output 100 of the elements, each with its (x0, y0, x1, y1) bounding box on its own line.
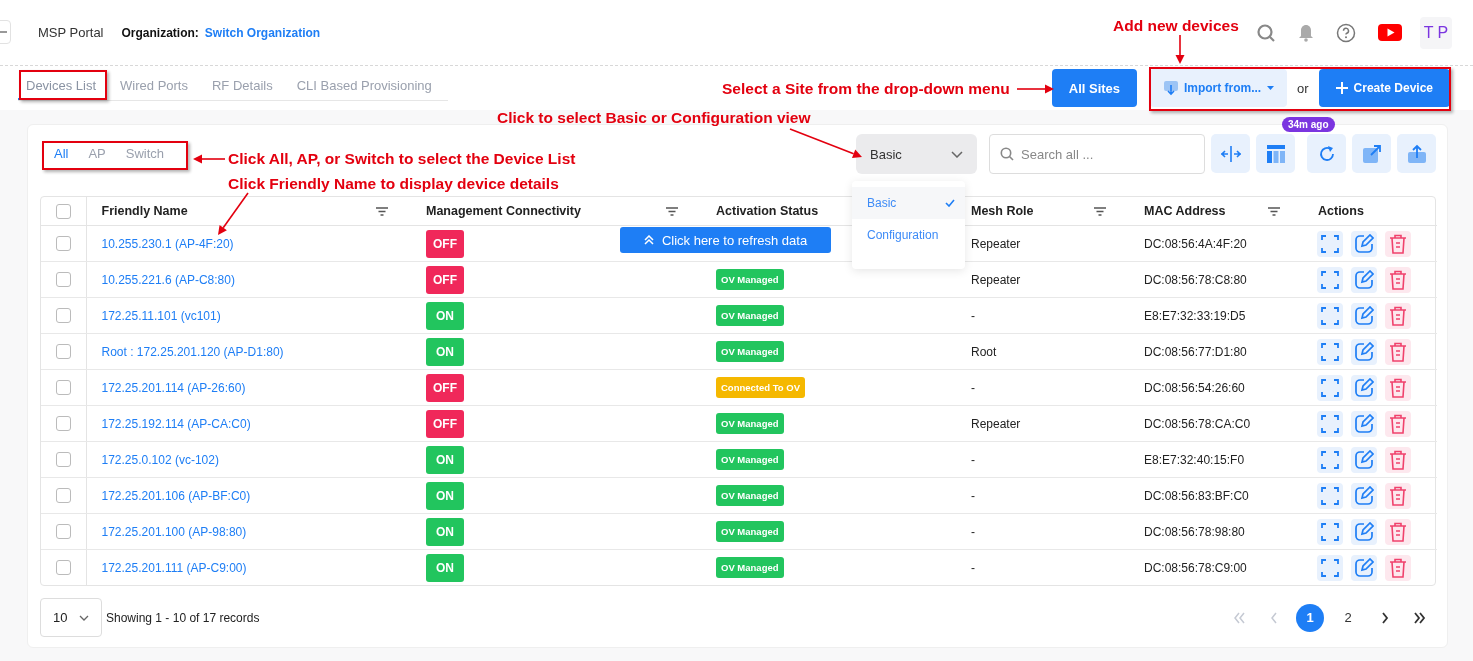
annotation-arrow (218, 192, 249, 235)
annotation-arrow (1016, 84, 1054, 94)
checkbox[interactable] (55, 380, 71, 396)
checkbox[interactable] (55, 236, 71, 252)
filter-icon[interactable] (1094, 206, 1106, 216)
edit-button[interactable] (1351, 554, 1377, 581)
menu-item[interactable]: Basic (852, 187, 965, 219)
expand-button[interactable] (1317, 374, 1343, 401)
expand-button[interactable] (1317, 230, 1343, 257)
filter-icon[interactable] (376, 206, 388, 216)
column-resize-button[interactable] (1211, 134, 1250, 173)
checkbox[interactable] (55, 203, 71, 219)
device-type-tab[interactable]: AP (88, 146, 114, 170)
delete-button[interactable] (1385, 482, 1411, 509)
annotation-text: Click Friendly Name to display device details (228, 175, 559, 193)
expand-button[interactable] (1317, 518, 1343, 545)
edit-button[interactable] (1351, 302, 1377, 329)
upload-button[interactable] (1397, 134, 1436, 173)
checkbox[interactable] (55, 524, 71, 540)
menu-item[interactable]: Configuration (852, 219, 965, 251)
edit-button[interactable] (1351, 446, 1377, 473)
device-type-tab[interactable]: All (54, 146, 77, 170)
annotation-text: Add new devices (1113, 17, 1239, 35)
delete-button[interactable] (1385, 338, 1411, 365)
checkbox[interactable] (55, 488, 71, 504)
search-icon[interactable] (1256, 22, 1276, 43)
filter-icon[interactable] (666, 206, 678, 216)
checkbox[interactable] (55, 344, 71, 360)
device-name-link[interactable]: 10.255.221.6 (AP-C8:80) (101, 272, 235, 287)
create-device-button[interactable]: Create Device (1318, 69, 1450, 107)
edit-button[interactable] (1351, 266, 1377, 293)
organization-link[interactable]: Switch Organization (204, 25, 321, 40)
user-avatar[interactable]: T P (1420, 16, 1452, 49)
columns-button[interactable] (1256, 134, 1295, 173)
open-external-button[interactable] (1352, 134, 1391, 173)
device-name-link[interactable]: 10.255.230.1 (AP-4F:20) (101, 236, 234, 251)
page-number[interactable]: 2 (1334, 603, 1362, 632)
delete-button[interactable] (1385, 518, 1411, 545)
expand-button[interactable] (1317, 302, 1343, 329)
delete-button[interactable] (1385, 446, 1411, 473)
delete-button[interactable] (1385, 554, 1411, 581)
edit-button[interactable] (1351, 410, 1377, 437)
delete-button[interactable] (1385, 302, 1411, 329)
expand-button[interactable] (1317, 554, 1343, 581)
connectivity-status: OFF (426, 409, 464, 438)
refresh-button[interactable] (1307, 134, 1346, 173)
expand-button[interactable] (1317, 446, 1343, 473)
device-name-link[interactable]: 172.25.11.101 (vc101) (101, 308, 221, 323)
device-name-link[interactable]: 172.25.201.106 (AP-BF:C0) (101, 488, 251, 503)
edit-button[interactable] (1351, 374, 1377, 401)
page-tab[interactable]: CLI Based Provisioning (288, 72, 440, 100)
help-icon[interactable] (1336, 22, 1356, 43)
page-tab[interactable]: Wired Ports (112, 72, 196, 100)
view-select[interactable]: Basic (856, 134, 977, 174)
device-name-link[interactable]: 172.25.201.114 (AP-26:60) (101, 380, 246, 395)
device-name-link[interactable]: 172.25.0.102 (vc-102) (101, 452, 219, 467)
device-name-link[interactable]: 172.25.201.100 (AP-98:80) (101, 524, 247, 539)
sites-button[interactable]: All Sites (1051, 69, 1138, 107)
expand-button[interactable] (1317, 482, 1343, 509)
table-cell: DC:08:56:78:C9:00 (1144, 560, 1247, 575)
table-cell: DC:08:56:78:C8:80 (1144, 272, 1247, 287)
expand-button[interactable] (1317, 410, 1343, 437)
edit-button[interactable] (1351, 518, 1377, 545)
delete-button[interactable] (1385, 410, 1411, 437)
bell-icon[interactable] (1298, 23, 1314, 42)
import-button[interactable]: Import from... (1150, 69, 1288, 107)
video-play-icon[interactable] (1378, 24, 1402, 41)
checkbox[interactable] (55, 272, 71, 288)
expand-button[interactable] (1317, 266, 1343, 293)
edit-button[interactable] (1351, 230, 1377, 257)
page-tab[interactable]: Devices List (18, 72, 105, 100)
table-cell: DC:08:56:83:BF:C0 (1144, 488, 1249, 503)
device-type-tab[interactable]: Switch (125, 146, 173, 170)
checkbox[interactable] (55, 452, 71, 468)
refresh-data-button[interactable]: Click here to refresh data (620, 227, 831, 253)
delete-button[interactable] (1385, 230, 1411, 257)
last-page-icon[interactable] (1412, 610, 1427, 625)
edit-button[interactable] (1351, 338, 1377, 365)
delete-button[interactable] (1385, 374, 1411, 401)
checkbox[interactable] (55, 308, 71, 324)
search-field[interactable]: Search all ... (989, 134, 1205, 174)
page-number[interactable]: 1 (1296, 603, 1324, 632)
table-cell: Repeater (971, 272, 1021, 287)
page-size-select[interactable]: 10 (40, 598, 102, 637)
device-name-link[interactable]: 172.25.201.111 (AP-C9:00) (101, 560, 247, 575)
page-tab[interactable]: RF Details (204, 72, 281, 100)
device-name-link[interactable]: Root : 172.25.201.120 (AP-D1:80) (101, 344, 284, 359)
column-header: Actions (1318, 204, 1364, 218)
table-cell: E8:E7:32:40:15:F0 (1144, 452, 1245, 467)
delete-button[interactable] (1385, 266, 1411, 293)
column-header: Activation Status (716, 204, 819, 218)
device-name-link[interactable]: 172.25.192.114 (AP-CA:C0) (101, 416, 251, 431)
caret-icon (1267, 86, 1275, 90)
table-cell: DC:08:56:4A:4F:20 (1144, 236, 1247, 251)
checkbox[interactable] (55, 560, 71, 576)
checkbox[interactable] (55, 416, 71, 432)
edit-button[interactable] (1351, 482, 1377, 509)
expand-button[interactable] (1317, 338, 1343, 365)
filter-icon[interactable] (1268, 206, 1280, 216)
connectivity-status: ON (426, 337, 464, 366)
